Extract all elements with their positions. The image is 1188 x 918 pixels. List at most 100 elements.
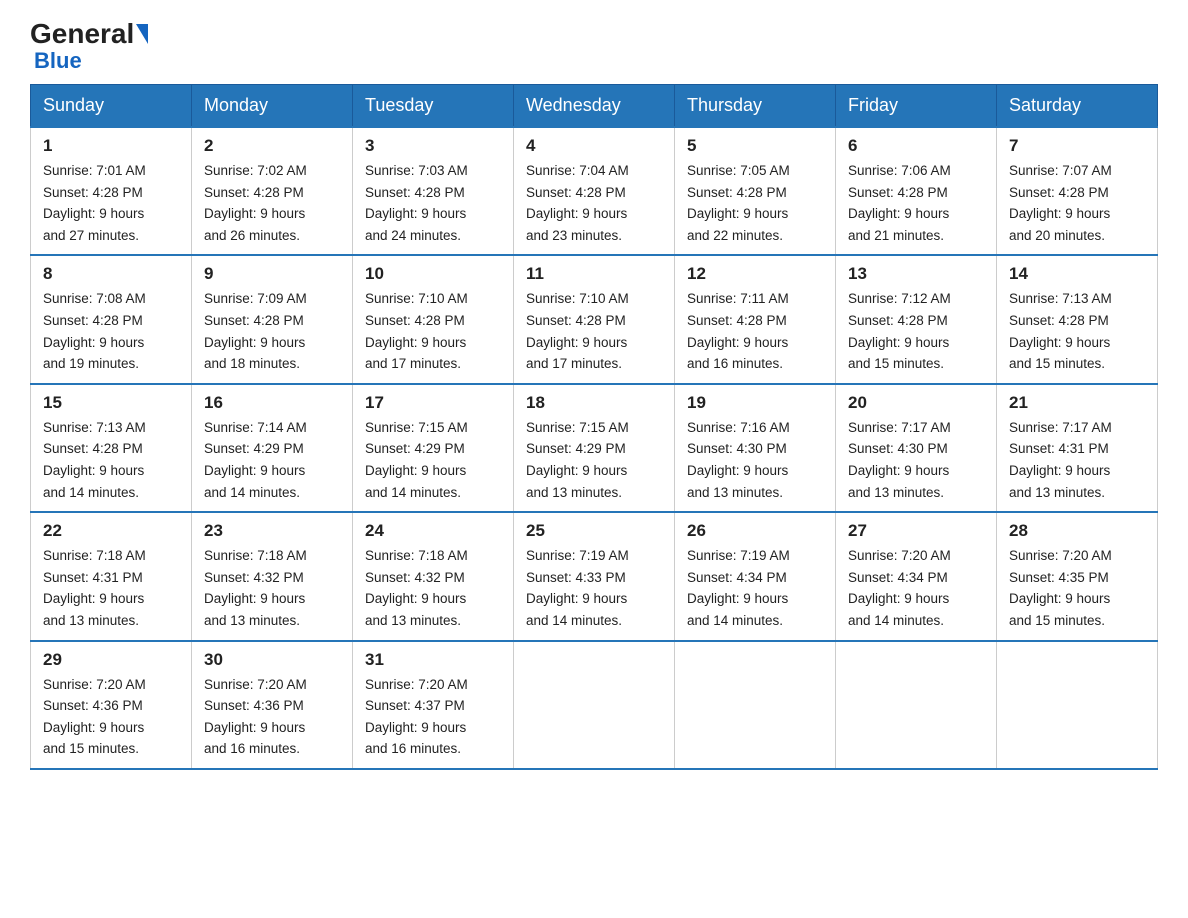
- calendar-day-10: 10 Sunrise: 7:10 AMSunset: 4:28 PMDaylig…: [353, 255, 514, 383]
- day-info: Sunrise: 7:05 AMSunset: 4:28 PMDaylight:…: [687, 160, 823, 246]
- calendar-header-row: SundayMondayTuesdayWednesdayThursdayFrid…: [31, 85, 1158, 128]
- day-info: Sunrise: 7:19 AMSunset: 4:34 PMDaylight:…: [687, 545, 823, 631]
- calendar-day-2: 2 Sunrise: 7:02 AMSunset: 4:28 PMDayligh…: [192, 127, 353, 255]
- day-info: Sunrise: 7:11 AMSunset: 4:28 PMDaylight:…: [687, 288, 823, 374]
- calendar-day-empty: [836, 641, 997, 769]
- logo-general-text: General: [30, 20, 134, 48]
- day-info: Sunrise: 7:20 AMSunset: 4:36 PMDaylight:…: [43, 674, 179, 760]
- calendar-week-row: 8 Sunrise: 7:08 AMSunset: 4:28 PMDayligh…: [31, 255, 1158, 383]
- day-header-sunday: Sunday: [31, 85, 192, 128]
- day-header-saturday: Saturday: [997, 85, 1158, 128]
- day-number: 19: [687, 393, 823, 413]
- calendar-day-6: 6 Sunrise: 7:06 AMSunset: 4:28 PMDayligh…: [836, 127, 997, 255]
- day-number: 29: [43, 650, 179, 670]
- logo-blue-text: Blue: [34, 48, 82, 73]
- calendar-day-empty: [997, 641, 1158, 769]
- calendar-day-18: 18 Sunrise: 7:15 AMSunset: 4:29 PMDaylig…: [514, 384, 675, 512]
- day-number: 4: [526, 136, 662, 156]
- day-info: Sunrise: 7:03 AMSunset: 4:28 PMDaylight:…: [365, 160, 501, 246]
- calendar-day-26: 26 Sunrise: 7:19 AMSunset: 4:34 PMDaylig…: [675, 512, 836, 640]
- day-number: 24: [365, 521, 501, 541]
- day-info: Sunrise: 7:09 AMSunset: 4:28 PMDaylight:…: [204, 288, 340, 374]
- day-info: Sunrise: 7:13 AMSunset: 4:28 PMDaylight:…: [43, 417, 179, 503]
- calendar-day-27: 27 Sunrise: 7:20 AMSunset: 4:34 PMDaylig…: [836, 512, 997, 640]
- day-number: 23: [204, 521, 340, 541]
- calendar-day-4: 4 Sunrise: 7:04 AMSunset: 4:28 PMDayligh…: [514, 127, 675, 255]
- calendar-day-21: 21 Sunrise: 7:17 AMSunset: 4:31 PMDaylig…: [997, 384, 1158, 512]
- logo: General Blue: [30, 20, 150, 74]
- day-number: 10: [365, 264, 501, 284]
- day-info: Sunrise: 7:18 AMSunset: 4:32 PMDaylight:…: [204, 545, 340, 631]
- day-header-tuesday: Tuesday: [353, 85, 514, 128]
- calendar-day-3: 3 Sunrise: 7:03 AMSunset: 4:28 PMDayligh…: [353, 127, 514, 255]
- calendar-day-9: 9 Sunrise: 7:09 AMSunset: 4:28 PMDayligh…: [192, 255, 353, 383]
- day-info: Sunrise: 7:15 AMSunset: 4:29 PMDaylight:…: [526, 417, 662, 503]
- calendar-day-16: 16 Sunrise: 7:14 AMSunset: 4:29 PMDaylig…: [192, 384, 353, 512]
- calendar-day-30: 30 Sunrise: 7:20 AMSunset: 4:36 PMDaylig…: [192, 641, 353, 769]
- day-info: Sunrise: 7:20 AMSunset: 4:36 PMDaylight:…: [204, 674, 340, 760]
- calendar-day-31: 31 Sunrise: 7:20 AMSunset: 4:37 PMDaylig…: [353, 641, 514, 769]
- calendar-week-row: 1 Sunrise: 7:01 AMSunset: 4:28 PMDayligh…: [31, 127, 1158, 255]
- day-number: 7: [1009, 136, 1145, 156]
- day-number: 16: [204, 393, 340, 413]
- calendar-day-11: 11 Sunrise: 7:10 AMSunset: 4:28 PMDaylig…: [514, 255, 675, 383]
- calendar-day-22: 22 Sunrise: 7:18 AMSunset: 4:31 PMDaylig…: [31, 512, 192, 640]
- calendar-day-25: 25 Sunrise: 7:19 AMSunset: 4:33 PMDaylig…: [514, 512, 675, 640]
- calendar-day-17: 17 Sunrise: 7:15 AMSunset: 4:29 PMDaylig…: [353, 384, 514, 512]
- calendar-day-7: 7 Sunrise: 7:07 AMSunset: 4:28 PMDayligh…: [997, 127, 1158, 255]
- calendar-day-1: 1 Sunrise: 7:01 AMSunset: 4:28 PMDayligh…: [31, 127, 192, 255]
- day-number: 5: [687, 136, 823, 156]
- day-number: 30: [204, 650, 340, 670]
- calendar-day-20: 20 Sunrise: 7:17 AMSunset: 4:30 PMDaylig…: [836, 384, 997, 512]
- day-info: Sunrise: 7:15 AMSunset: 4:29 PMDaylight:…: [365, 417, 501, 503]
- logo-triangle-icon: [136, 24, 148, 44]
- day-number: 18: [526, 393, 662, 413]
- day-info: Sunrise: 7:20 AMSunset: 4:37 PMDaylight:…: [365, 674, 501, 760]
- day-info: Sunrise: 7:13 AMSunset: 4:28 PMDaylight:…: [1009, 288, 1145, 374]
- day-number: 14: [1009, 264, 1145, 284]
- day-number: 28: [1009, 521, 1145, 541]
- day-info: Sunrise: 7:06 AMSunset: 4:28 PMDaylight:…: [848, 160, 984, 246]
- page-header: General Blue: [30, 20, 1158, 74]
- day-number: 11: [526, 264, 662, 284]
- day-number: 9: [204, 264, 340, 284]
- day-number: 31: [365, 650, 501, 670]
- day-header-monday: Monday: [192, 85, 353, 128]
- day-number: 15: [43, 393, 179, 413]
- calendar-day-8: 8 Sunrise: 7:08 AMSunset: 4:28 PMDayligh…: [31, 255, 192, 383]
- day-info: Sunrise: 7:02 AMSunset: 4:28 PMDaylight:…: [204, 160, 340, 246]
- day-info: Sunrise: 7:19 AMSunset: 4:33 PMDaylight:…: [526, 545, 662, 631]
- calendar-day-14: 14 Sunrise: 7:13 AMSunset: 4:28 PMDaylig…: [997, 255, 1158, 383]
- day-info: Sunrise: 7:18 AMSunset: 4:31 PMDaylight:…: [43, 545, 179, 631]
- calendar-week-row: 22 Sunrise: 7:18 AMSunset: 4:31 PMDaylig…: [31, 512, 1158, 640]
- day-number: 25: [526, 521, 662, 541]
- calendar-day-19: 19 Sunrise: 7:16 AMSunset: 4:30 PMDaylig…: [675, 384, 836, 512]
- day-number: 2: [204, 136, 340, 156]
- day-info: Sunrise: 7:20 AMSunset: 4:34 PMDaylight:…: [848, 545, 984, 631]
- day-info: Sunrise: 7:14 AMSunset: 4:29 PMDaylight:…: [204, 417, 340, 503]
- calendar-day-13: 13 Sunrise: 7:12 AMSunset: 4:28 PMDaylig…: [836, 255, 997, 383]
- day-info: Sunrise: 7:18 AMSunset: 4:32 PMDaylight:…: [365, 545, 501, 631]
- day-info: Sunrise: 7:20 AMSunset: 4:35 PMDaylight:…: [1009, 545, 1145, 631]
- day-number: 6: [848, 136, 984, 156]
- day-number: 8: [43, 264, 179, 284]
- day-number: 13: [848, 264, 984, 284]
- calendar-day-12: 12 Sunrise: 7:11 AMSunset: 4:28 PMDaylig…: [675, 255, 836, 383]
- day-number: 17: [365, 393, 501, 413]
- calendar-day-empty: [675, 641, 836, 769]
- calendar-table: SundayMondayTuesdayWednesdayThursdayFrid…: [30, 84, 1158, 770]
- day-header-friday: Friday: [836, 85, 997, 128]
- day-header-thursday: Thursday: [675, 85, 836, 128]
- day-header-wednesday: Wednesday: [514, 85, 675, 128]
- day-number: 26: [687, 521, 823, 541]
- day-info: Sunrise: 7:08 AMSunset: 4:28 PMDaylight:…: [43, 288, 179, 374]
- calendar-day-5: 5 Sunrise: 7:05 AMSunset: 4:28 PMDayligh…: [675, 127, 836, 255]
- day-info: Sunrise: 7:17 AMSunset: 4:30 PMDaylight:…: [848, 417, 984, 503]
- day-number: 27: [848, 521, 984, 541]
- calendar-day-empty: [514, 641, 675, 769]
- day-number: 1: [43, 136, 179, 156]
- calendar-day-23: 23 Sunrise: 7:18 AMSunset: 4:32 PMDaylig…: [192, 512, 353, 640]
- calendar-day-24: 24 Sunrise: 7:18 AMSunset: 4:32 PMDaylig…: [353, 512, 514, 640]
- day-info: Sunrise: 7:16 AMSunset: 4:30 PMDaylight:…: [687, 417, 823, 503]
- day-info: Sunrise: 7:17 AMSunset: 4:31 PMDaylight:…: [1009, 417, 1145, 503]
